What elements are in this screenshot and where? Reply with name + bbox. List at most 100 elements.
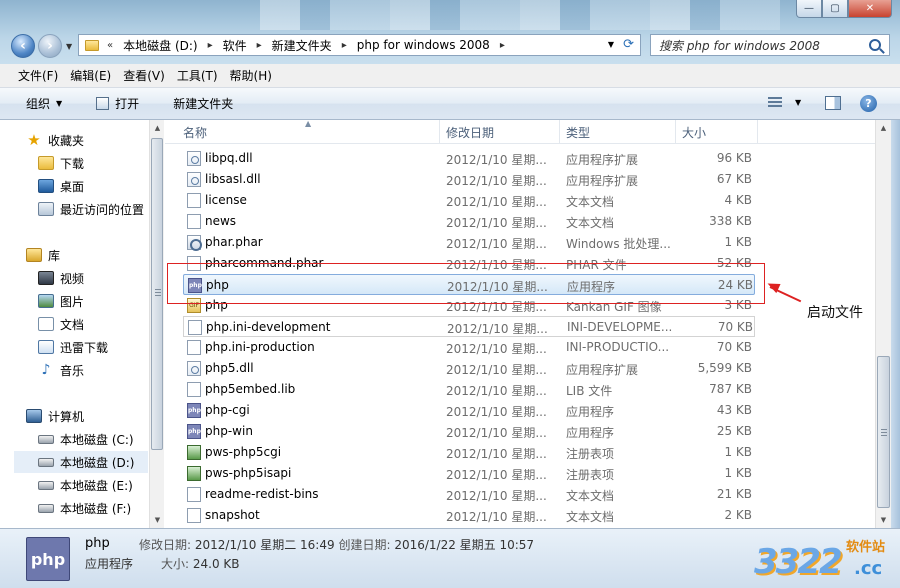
file-date: 2012/1/10 星期... [446,405,547,419]
chevron-right-icon[interactable]: ▸ [257,40,262,51]
breadcrumb-php-folder[interactable]: php for windows 2008 [355,38,492,52]
hard-drive-icon [38,457,54,467]
file-row[interactable]: php php-cgi 2012/1/10 星期... 应用程序 43 KB [183,400,755,421]
file-row[interactable]: php.ini-development 2012/1/10 星期... INI-DE… [183,316,755,337]
file-row[interactable]: license 2012/1/10 星期... 文本文档 4 KB [183,190,755,211]
menu-view[interactable]: 查看(V) [117,67,171,84]
file-type: 注册表项 [566,447,615,461]
scroll-up-icon[interactable]: ▲ [150,120,165,136]
file-name: license [205,193,247,207]
file-type: LIB 文件 [566,384,613,398]
file-size: 1 KB [724,235,752,249]
file-row[interactable]: php php-win 2012/1/10 星期... 应用程序 25 KB [183,421,755,442]
breadcrumb-new-folder[interactable]: 新建文件夹 [270,37,334,54]
file-name: news [205,214,237,228]
file-type: 应用程序扩展 [566,363,639,377]
file-date: 2012/1/10 星期... [446,174,547,188]
column-type[interactable]: 类型 [560,120,676,144]
file-row[interactable]: libpq.dll 2012/1/10 星期... 应用程序扩展 96 KB [183,148,755,169]
details-size: 大小: 24.0 KB [161,555,240,572]
file-date: 2012/1/10 星期... [446,447,547,461]
file-row[interactable]: pws-php5isapi 2012/1/10 星期... 注册表项 1 KB [183,463,755,484]
menu-tools[interactable]: 工具(T) [171,67,224,84]
file-row[interactable]: php5embed.lib 2012/1/10 星期... LIB 文件 787 KB [183,379,755,400]
file-row[interactable]: php.ini-production 2012/1/10 星期... INI-PRO… [183,337,755,358]
file-row[interactable]: php5.dll 2012/1/10 星期... 应用程序扩展 5,599 KB [183,358,755,379]
menu-file[interactable]: 文件(F) [12,67,64,84]
chevron-right-icon[interactable]: ▸ [500,40,505,51]
file-name: readme-redist-bins [205,487,319,501]
file-row[interactable]: readme-redist-bins 2012/1/10 星期... 文本文档 21 … [183,484,755,505]
file-type: 文本文档 [566,489,615,503]
help-icon[interactable]: ? [860,95,877,112]
star-icon: ★ [27,131,41,149]
breadcrumb-drive-d[interactable]: 本地磁盘 (D:) [121,37,199,54]
open-icon [96,97,110,110]
file-date: 2012/1/10 星期... [446,342,547,356]
chevron-right-icon[interactable]: ▸ [208,40,213,51]
address-bar[interactable]: « 本地磁盘 (D:) ▸ 软件 ▸ 新建文件夹 ▸ php for windo… [78,34,641,56]
menu-help[interactable]: 帮助(H) [224,67,278,84]
nav-drive-d[interactable]: 本地磁盘 (D:) [14,451,148,473]
refresh-icon[interactable]: ⟳ [623,37,634,52]
forward-button[interactable]: › [38,34,62,58]
file-row[interactable]: libsasl.dll 2012/1/10 星期... 应用程序扩展 67 KB [183,169,755,190]
file-row[interactable]: pws-php5cgi 2012/1/10 星期... 注册表项 1 KB [183,442,755,463]
file-icon [187,382,201,397]
file-list-scrollbar[interactable]: ▲ ▼ [875,120,891,528]
file-type: INI-PRODUCTIO... [566,340,670,354]
chevron-double-left-icon[interactable]: « [107,40,113,51]
nav-label: 最近访问的位置 [60,202,145,217]
chevron-right-icon[interactable]: ▸ [342,40,347,51]
file-name: pws-php5cgi [205,445,282,459]
chevron-down-icon[interactable]: ▼ [795,98,801,107]
scroll-down-icon[interactable]: ▼ [150,512,165,528]
details-file-type: 应用程序 [85,557,134,571]
back-button[interactable]: ‹ [11,34,35,58]
close-button[interactable]: ✕ [848,0,892,18]
text-file-icon [187,193,201,208]
file-row[interactable]: news 2012/1/10 星期... 文本文档 338 KB [183,211,755,232]
dll-icon [187,361,201,376]
arrow-left-icon: ‹ [20,38,26,54]
created-value: 2016/1/22 星期五 10:57 [394,538,535,552]
column-name[interactable]: 名称 [177,120,440,144]
column-date[interactable]: 修改日期 [440,120,560,144]
file-date: 2012/1/10 星期... [446,489,547,503]
nav-scrollbar[interactable]: ▲ ▼ [149,120,164,528]
open-button[interactable]: 打开 [96,95,139,112]
file-size: 21 KB [716,487,752,501]
nav-label: 库 [48,248,61,263]
breadcrumb-software[interactable]: 软件 [221,37,249,54]
maximize-button[interactable]: ▢ [822,0,848,18]
views-icon[interactable] [768,97,782,109]
nav-scroll-thumb[interactable] [151,138,163,450]
file-date: 2012/1/10 星期... [446,195,547,209]
background-blur [260,0,780,30]
file-date: 2012/1/10 星期... [446,237,547,251]
scroll-up-icon[interactable]: ▲ [876,120,891,136]
file-name: php5embed.lib [205,382,296,396]
file-row[interactable]: snapshot 2012/1/10 星期... 文本文档 2 KB [183,505,755,526]
preview-pane-icon[interactable] [825,96,841,110]
scroll-down-icon[interactable]: ▼ [876,512,891,528]
recent-pages-dropdown[interactable]: ▼ [66,42,72,51]
chevron-down-icon[interactable]: ▼ [608,40,614,49]
organize-button[interactable]: 组织 ▼ [26,95,62,112]
text-file-icon [187,214,201,229]
search-input[interactable]: 搜索 php for windows 2008 [650,34,890,56]
menu-edit[interactable]: 编辑(E) [64,67,117,84]
file-type: 应用程序扩展 [566,153,639,167]
file-type: 文本文档 [566,510,615,524]
file-row[interactable]: phar.phar 2012/1/10 星期... Windows 批处理... 1 … [183,232,755,253]
file-list-scroll-thumb[interactable] [877,356,890,508]
search-icon[interactable] [869,39,881,51]
new-folder-button[interactable]: 新建文件夹 [173,95,233,112]
column-size[interactable]: 大小 [676,120,758,144]
arrow-right-icon: › [47,38,53,54]
file-type: Windows 批处理... [566,237,671,251]
minimize-button[interactable]: — [796,0,822,18]
chevron-down-icon: ▼ [56,99,63,108]
column-date-label: 修改日期 [446,125,495,140]
file-type: 应用程序 [566,426,615,440]
